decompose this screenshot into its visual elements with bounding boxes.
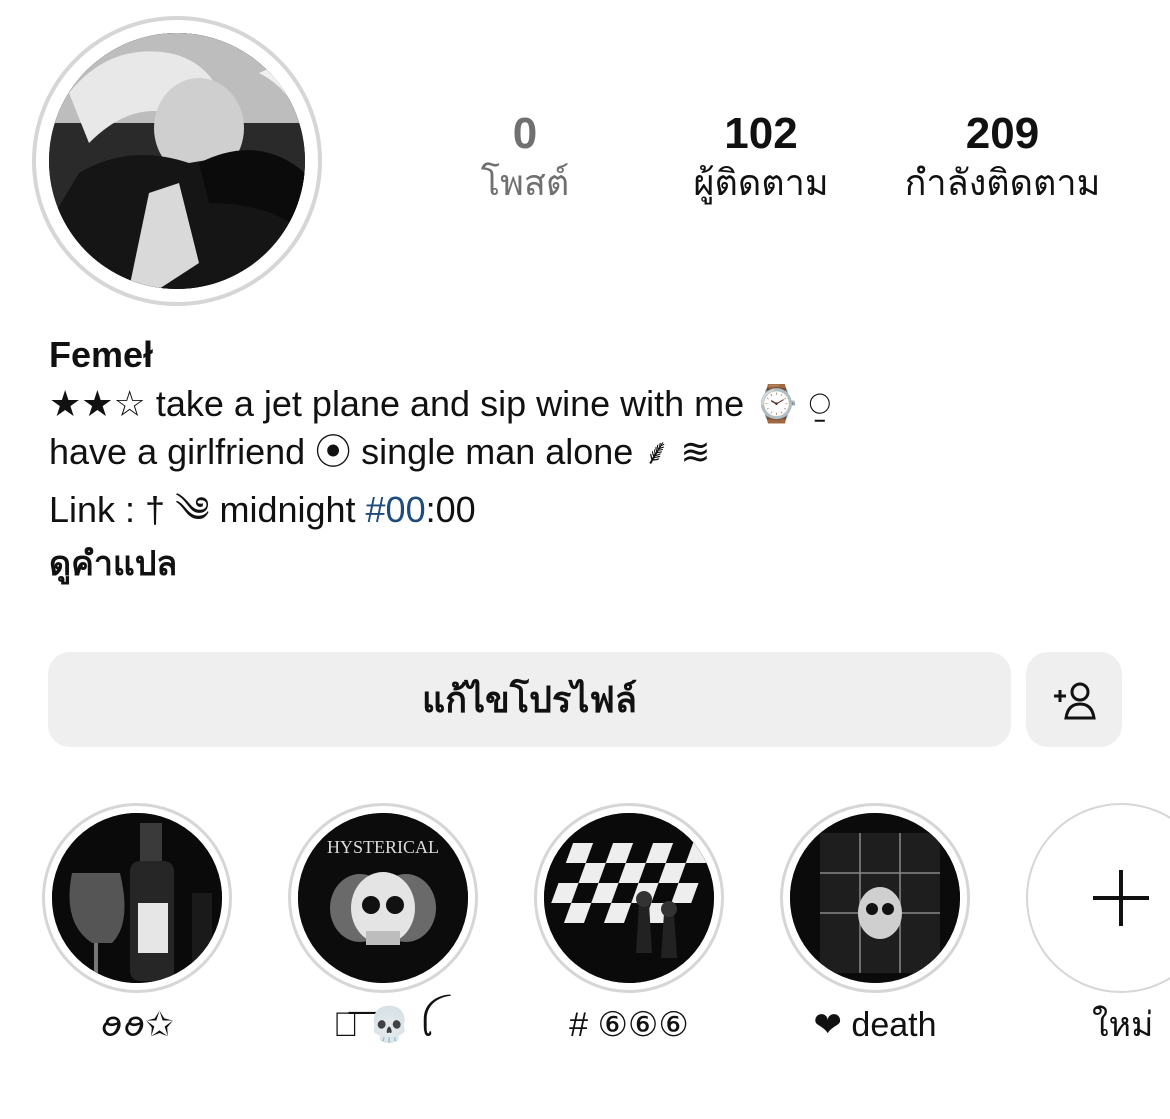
profile-photo[interactable]: [49, 33, 305, 289]
highlight-ring: [42, 803, 232, 993]
see-translation-link[interactable]: ดูคำแปล: [49, 542, 1149, 586]
following-count: 209: [965, 109, 1040, 158]
posts-label: โพสต์: [480, 162, 570, 203]
new-highlight-label: ใหม่: [1092, 1006, 1154, 1044]
new-highlight-ring: [1026, 803, 1170, 993]
edit-profile-button[interactable]: แก้ไขโปรไฟล์: [48, 652, 1011, 747]
add-person-icon: [1054, 682, 1096, 719]
add-person-button[interactable]: [1026, 652, 1122, 747]
bio-line-2: have a girlfriend ⦿ single man alone ⸙ ≋: [49, 431, 711, 472]
highlight-ring: [780, 803, 970, 993]
followers-stat[interactable]: 102 ผู้ติดตาม: [676, 108, 846, 206]
grid-skull-photo: [790, 813, 960, 983]
highlight-1[interactable]: ꪮꪮ✩: [42, 803, 232, 1047]
followers-count: 102: [724, 109, 798, 158]
poster-title: HYSTERICAL: [327, 837, 439, 857]
profile-bio: Femeł ★★☆ take a jet plane and sip wine …: [49, 332, 1149, 586]
highlight-4[interactable]: ❤︎ death: [780, 803, 970, 1047]
link-suffix: :00: [425, 489, 476, 530]
highlight-label: ꪮꪮ✩: [100, 1006, 174, 1044]
followers-label: ผู้ติดตาม: [693, 162, 829, 203]
posts-stat[interactable]: 0 โพสต์: [470, 108, 580, 206]
link-prefix: Link : † ༄ midnight: [49, 489, 366, 530]
following-stat[interactable]: 209 กำลังติดตาม: [890, 108, 1115, 206]
bio-link-line: Link : † ༄ midnight #00:00: [49, 486, 1149, 534]
profile-name: Femeł: [49, 334, 154, 375]
highlight-2[interactable]: HYSTERICAL ฑ͞ 💀 ꪶ: [288, 803, 478, 1047]
highlight-label: ❤︎ death: [813, 1006, 937, 1044]
hysterical-skull-poster: HYSTERICAL: [298, 813, 468, 983]
highlight-3[interactable]: # ⑥⑥⑥: [534, 803, 724, 1047]
highlight-label: # ⑥⑥⑥: [569, 1006, 689, 1044]
plus-icon: [1093, 870, 1149, 926]
profile-photo-image: [49, 33, 305, 289]
bio-line-1: ★★☆ take a jet plane and sip wine with m…: [49, 383, 831, 424]
edit-profile-label: แก้ไขโปรไฟล์: [422, 679, 637, 720]
new-highlight[interactable]: ใหม่: [1026, 803, 1170, 1047]
link-hashtag[interactable]: #00: [366, 489, 426, 530]
following-label: กำลังติดตาม: [904, 162, 1101, 203]
highlight-label: ฑ͞ 💀 ꪶ: [333, 1006, 433, 1044]
posts-count: 0: [512, 109, 538, 158]
profile-avatar-ring[interactable]: [32, 16, 322, 306]
chessboard-photo: [544, 813, 714, 983]
highlight-ring: HYSTERICAL: [288, 803, 478, 993]
highlight-ring: [534, 803, 724, 993]
wine-bottle-photo: [52, 813, 222, 983]
